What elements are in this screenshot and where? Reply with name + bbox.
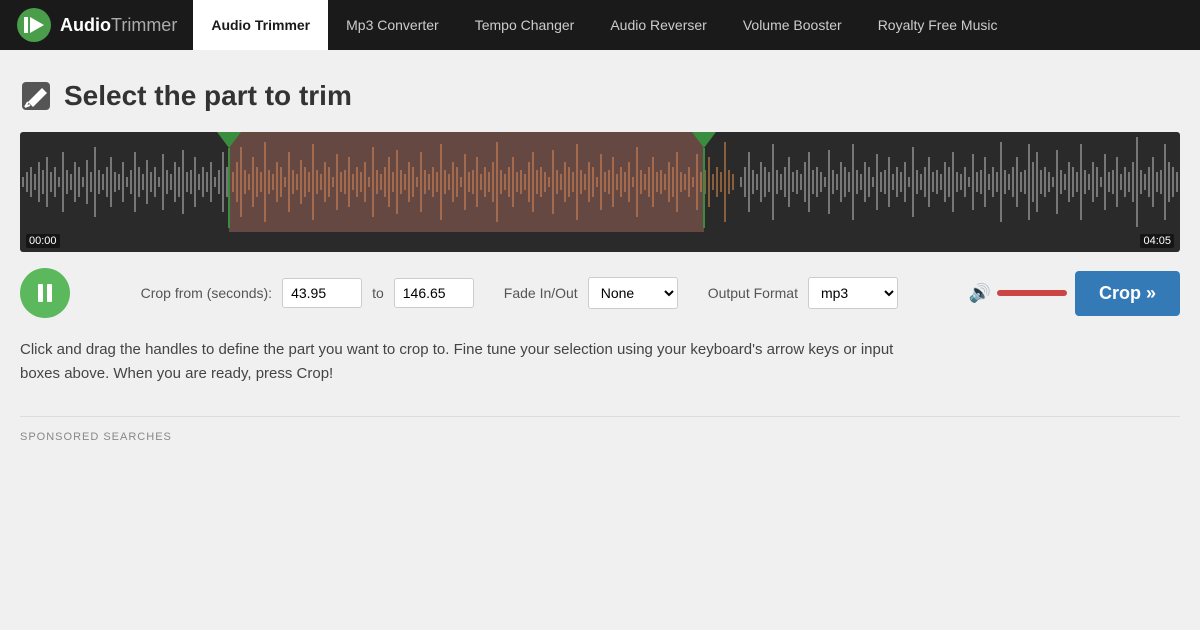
crop-controls: Crop from (seconds): to Fade In/Out None…	[141, 277, 898, 309]
waveform-selection	[229, 132, 705, 232]
time-start: 00:00	[26, 234, 60, 248]
nav-royalty-free-music[interactable]: Royalty Free Music	[860, 0, 1016, 50]
right-handle[interactable]	[692, 132, 716, 228]
fade-label: Fade In/Out	[504, 285, 578, 301]
format-select[interactable]: mp3 wav ogg	[808, 277, 898, 309]
nav-tempo-changer[interactable]: Tempo Changer	[457, 0, 593, 50]
navigation: AudioTrimmer Audio Trimmer Mp3 Converter…	[0, 0, 1200, 50]
volume-control: 🔊	[969, 283, 1067, 304]
nav-mp3-converter[interactable]: Mp3 Converter	[328, 0, 457, 50]
nav-links: Audio Trimmer Mp3 Converter Tempo Change…	[193, 0, 1015, 50]
right-handle-line	[703, 148, 705, 228]
logo-icon	[16, 7, 52, 43]
crop-from-input[interactable]	[282, 278, 362, 308]
pause-bar-right	[47, 284, 52, 302]
format-label: Output Format	[708, 285, 798, 301]
nav-volume-booster[interactable]: Volume Booster	[725, 0, 860, 50]
crop-from-label: Crop from (seconds):	[141, 285, 272, 301]
fade-select[interactable]: None In Out Both	[588, 277, 678, 309]
left-handle-line	[228, 148, 230, 228]
footer-area: SPONSORED SEARCHES	[20, 416, 1180, 445]
instruction-text: Click and drag the handles to define the…	[20, 338, 920, 386]
logo-text: AudioTrimmer	[60, 15, 177, 36]
logo[interactable]: AudioTrimmer	[16, 7, 177, 43]
volume-slider[interactable]	[997, 290, 1067, 296]
nav-audio-reverser[interactable]: Audio Reverser	[592, 0, 725, 50]
sponsored-label: SPONSORED SEARCHES	[20, 431, 172, 443]
pause-icon	[38, 284, 52, 302]
main-content: Select the part to trim	[0, 50, 1200, 465]
play-pause-button[interactable]	[20, 268, 70, 318]
crop-to-label: to	[372, 285, 384, 301]
left-handle[interactable]	[217, 132, 241, 228]
page-title: Select the part to trim	[64, 80, 352, 112]
volume-icon: 🔊	[969, 283, 991, 304]
pause-bar-left	[38, 284, 43, 302]
left-handle-arrow	[217, 132, 241, 148]
right-controls: 🔊 Crop »	[969, 271, 1180, 316]
crop-to-input[interactable]	[394, 278, 474, 308]
crop-button[interactable]: Crop »	[1075, 271, 1180, 316]
time-end: 04:05	[1140, 234, 1174, 248]
right-handle-arrow	[692, 132, 716, 148]
controls-row: Crop from (seconds): to Fade In/Out None…	[20, 268, 1180, 318]
edit-icon	[20, 80, 52, 112]
page-title-section: Select the part to trim	[20, 80, 1180, 112]
nav-audio-trimmer[interactable]: Audio Trimmer	[193, 0, 328, 50]
waveform-container[interactable]: 00:00 04:05	[20, 132, 1180, 252]
